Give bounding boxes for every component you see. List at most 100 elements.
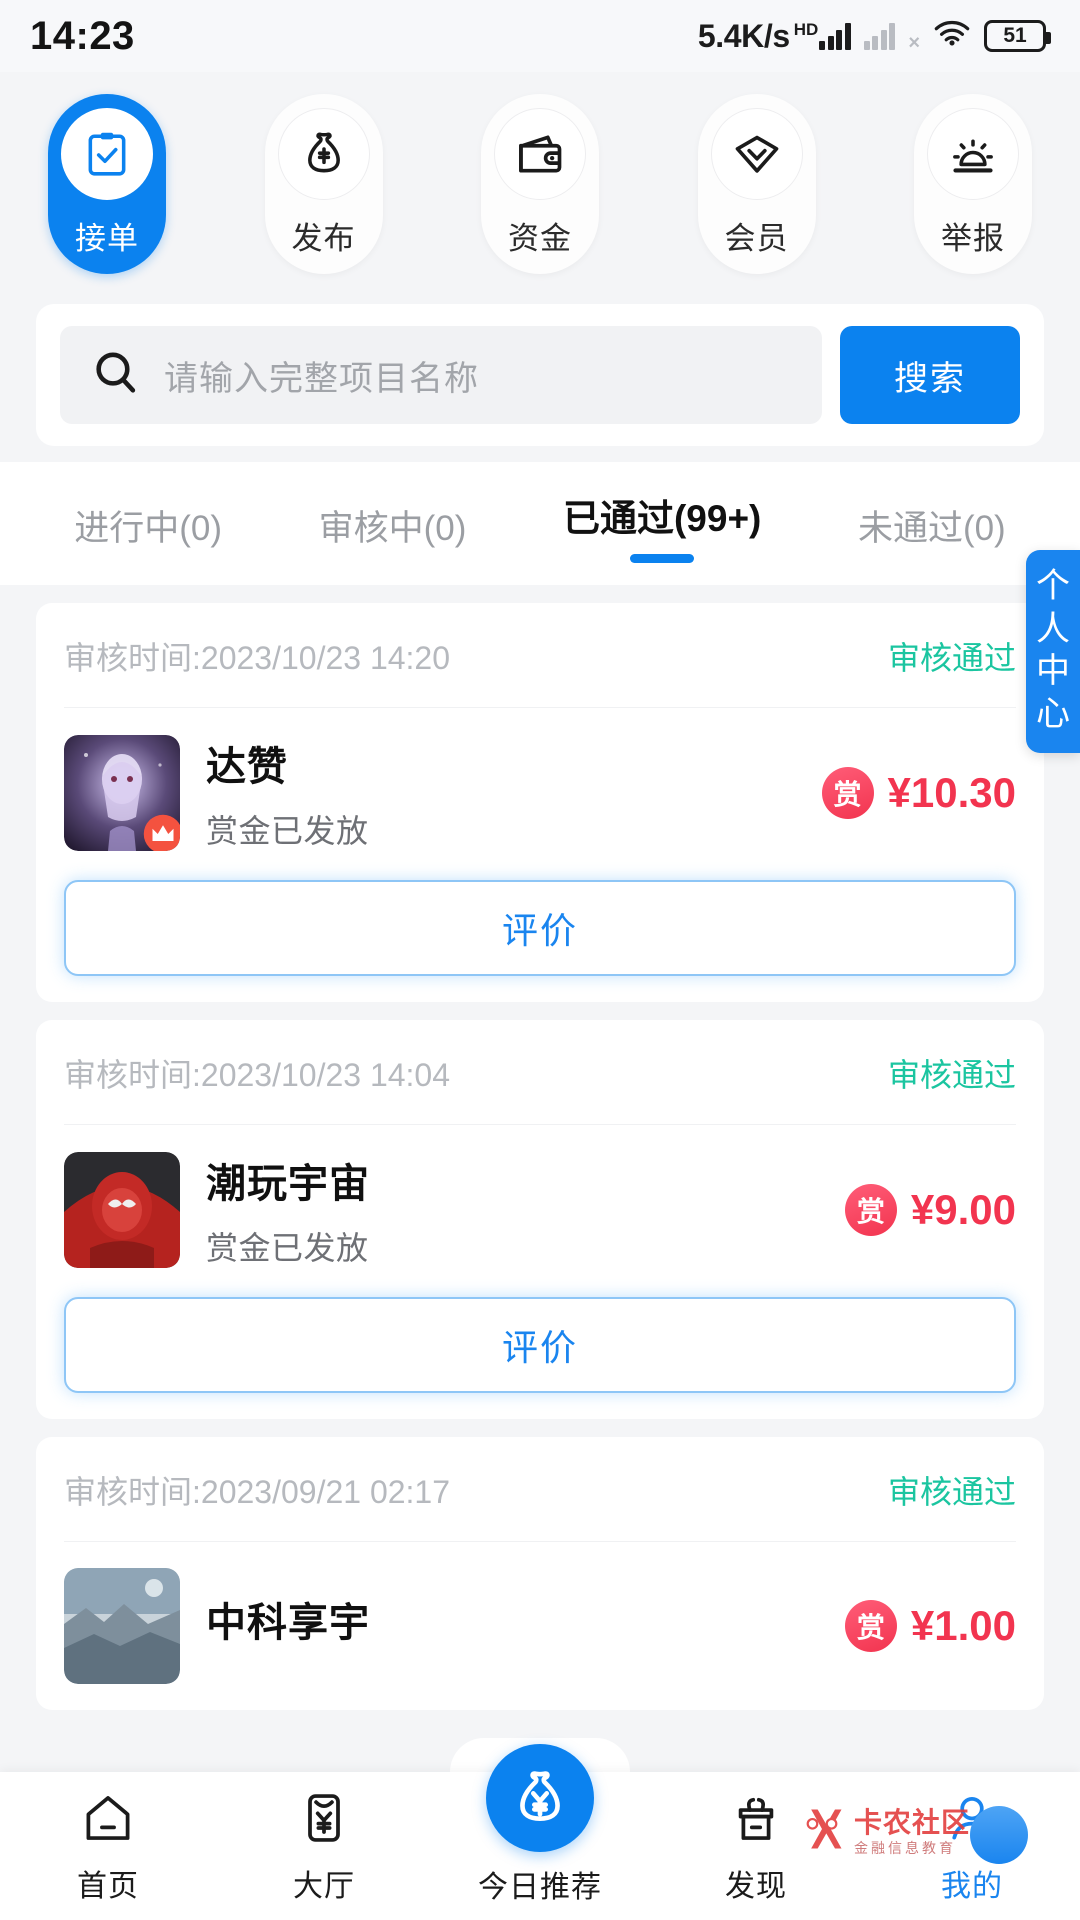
order-info: 达赞 赏金已发放 bbox=[206, 734, 822, 852]
category-nav-label: 举报 bbox=[941, 221, 1005, 256]
status-bar-time: 14:23 bbox=[30, 13, 135, 58]
order-thumbnail bbox=[64, 1152, 180, 1268]
order-card-body: 达赞 赏金已发放 赏 ¥10.30 bbox=[64, 708, 1016, 852]
watermark-text: 卡农社区 金融信息教育 bbox=[853, 1806, 970, 1856]
signal-bars-icon bbox=[819, 22, 851, 50]
evaluate-button[interactable]: 评价 bbox=[64, 880, 1016, 976]
order-info: 中科享宇 bbox=[206, 1590, 845, 1662]
tab-approved[interactable]: 已通过(99+) bbox=[563, 488, 761, 563]
order-price: ¥10.30 bbox=[887, 769, 1016, 816]
status-bar: 14:23 5.4K/s HD × 51 bbox=[0, 0, 1080, 72]
order-price: ¥9.00 bbox=[910, 1186, 1016, 1233]
side-tab-char: 中 bbox=[1036, 652, 1070, 691]
diamond-icon bbox=[710, 108, 803, 200]
tab-label: 进行中(0) bbox=[74, 509, 223, 548]
tab-reviewing[interactable]: 审核中(0) bbox=[319, 500, 467, 551]
basket-icon bbox=[728, 1790, 784, 1851]
tab-rejected[interactable]: 未通过(0) bbox=[858, 500, 1006, 551]
order-title: 中科享宇 bbox=[206, 1601, 370, 1645]
category-nav-label: 发布 bbox=[291, 221, 356, 256]
order-card-header: 审核时间:2023/09/21 02:17 审核通过 bbox=[64, 1437, 1016, 1542]
category-nav-label: 资金 bbox=[508, 221, 572, 256]
tab-in-progress[interactable]: 进行中(0) bbox=[74, 500, 222, 551]
search-input[interactable]: 请输入完整项目名称 bbox=[164, 351, 479, 400]
bottom-nav-item-home[interactable]: 首页 bbox=[8, 1790, 208, 1905]
order-thumbnail bbox=[64, 735, 180, 851]
order-thumbnail bbox=[64, 1568, 180, 1684]
order-status-badge: 审核通过 bbox=[887, 1474, 1016, 1510]
side-tab-char: 个 bbox=[1036, 567, 1070, 605]
category-nav-item-member[interactable]: 会员 bbox=[697, 94, 816, 274]
order-card-body: 中科享宇 赏 ¥1.00 bbox=[64, 1542, 1016, 1684]
signal-bars-secondary-icon bbox=[863, 22, 896, 50]
order-review-time: 审核时间:2023/10/23 14:20 bbox=[64, 640, 451, 676]
personal-center-side-tab[interactable]: 个 人 中 心 bbox=[1026, 550, 1080, 753]
order-price-group: 赏 ¥1.00 bbox=[844, 1600, 1016, 1652]
home-icon bbox=[80, 1790, 136, 1851]
wifi-icon bbox=[932, 18, 972, 55]
tab-label: 已通过(99+) bbox=[562, 498, 762, 539]
order-review-time: 审核时间:2023/09/21 02:17 bbox=[64, 1474, 451, 1510]
watermark-logo-icon bbox=[796, 1803, 848, 1860]
money-bag-fab-icon bbox=[486, 1744, 594, 1852]
order-price: ¥1.00 bbox=[910, 1602, 1016, 1649]
order-card[interactable]: 审核时间:2023/10/23 14:04 审核通过 潮玩宇宙 赏金已发放 赏 … bbox=[36, 1020, 1044, 1419]
hall-yen-icon bbox=[296, 1790, 352, 1851]
avatar bbox=[970, 1806, 1028, 1864]
order-subtitle: 赏金已发放 bbox=[206, 1230, 369, 1266]
order-list: 审核时间:2023/10/23 14:20 审核通过 达赞 赏金已发放 赏 ¥1… bbox=[0, 603, 1080, 1710]
wallet-icon bbox=[494, 108, 586, 200]
category-nav-item-accept[interactable]: 接单 bbox=[48, 94, 166, 274]
network-speed-label: 5.4K/s bbox=[697, 17, 790, 54]
category-nav-label: 接单 bbox=[75, 221, 139, 256]
bottom-nav-label: 发现 bbox=[725, 1870, 787, 1903]
hd-label: HD bbox=[793, 20, 819, 39]
bottom-nav-label: 我的 bbox=[941, 1870, 1003, 1903]
side-tab-char: 心 bbox=[1036, 695, 1070, 734]
category-nav-item-publish[interactable]: 发布 bbox=[264, 94, 383, 274]
reward-badge-icon: 赏 bbox=[844, 1600, 897, 1652]
tab-label: 审核中(0) bbox=[318, 509, 467, 548]
clipboard-check-icon bbox=[61, 108, 153, 200]
battery-icon: 51 bbox=[984, 20, 1051, 52]
bottom-nav-item-hall[interactable]: 大厅 bbox=[224, 1790, 424, 1905]
order-info: 潮玩宇宙 赏金已发放 bbox=[206, 1151, 845, 1269]
category-nav: 接单 发布 资金 会员 举报 bbox=[0, 72, 1080, 282]
watermark-main-label: 卡农社区 bbox=[853, 1806, 970, 1838]
order-review-time: 审核时间:2023/10/23 14:04 bbox=[64, 1057, 451, 1093]
order-card[interactable]: 审核时间:2023/09/21 02:17 审核通过 中科享宇 赏 ¥1.00 bbox=[36, 1437, 1044, 1710]
order-title: 潮玩宇宙 bbox=[206, 1162, 370, 1206]
search-card: 请输入完整项目名称 搜索 bbox=[36, 304, 1044, 446]
reward-badge-icon: 赏 bbox=[821, 767, 874, 819]
category-nav-item-report[interactable]: 举报 bbox=[914, 94, 1032, 274]
side-tab-char: 人 bbox=[1036, 609, 1070, 648]
watermark-sub-label: 金融信息教育 bbox=[853, 1839, 956, 1856]
hd-signal-group: HD bbox=[793, 20, 851, 50]
bottom-nav-label: 今日推荐 bbox=[478, 1871, 602, 1904]
order-card-header: 审核时间:2023/10/23 14:20 审核通过 bbox=[64, 603, 1016, 708]
money-bag-icon bbox=[277, 108, 370, 200]
order-status-badge: 审核通过 bbox=[887, 1057, 1016, 1093]
tab-label: 未通过(0) bbox=[857, 509, 1006, 548]
evaluate-button[interactable]: 评价 bbox=[64, 1297, 1016, 1393]
filter-tabs: 进行中(0) 审核中(0) 已通过(99+) 未通过(0) bbox=[0, 462, 1080, 585]
bottom-nav-label: 大厅 bbox=[293, 1870, 355, 1903]
alarm-siren-icon bbox=[927, 108, 1019, 200]
order-card[interactable]: 审核时间:2023/10/23 14:20 审核通过 达赞 赏金已发放 赏 ¥1… bbox=[36, 603, 1044, 1002]
category-nav-item-funds[interactable]: 资金 bbox=[481, 94, 599, 274]
order-price-group: 赏 ¥9.00 bbox=[844, 1184, 1016, 1236]
category-nav-label: 会员 bbox=[724, 221, 789, 256]
status-bar-indicators: 5.4K/s HD × 51 bbox=[697, 17, 1051, 55]
order-price-group: 赏 ¥10.30 bbox=[821, 767, 1016, 819]
bottom-nav-item-today-recommend[interactable]: 今日推荐 bbox=[440, 1744, 640, 1906]
sim-x-icon: × bbox=[908, 31, 920, 54]
tab-underline bbox=[630, 554, 695, 563]
vip-crown-icon bbox=[143, 814, 180, 851]
watermark: 卡农社区 金融信息教育 bbox=[796, 1803, 970, 1860]
search-button[interactable]: 搜索 bbox=[840, 326, 1020, 424]
order-status-badge: 审核通过 bbox=[887, 640, 1016, 676]
reward-badge-icon: 赏 bbox=[844, 1184, 897, 1236]
order-card-body: 潮玩宇宙 赏金已发放 赏 ¥9.00 bbox=[64, 1125, 1016, 1269]
order-title: 达赞 bbox=[206, 745, 288, 789]
search-field-wrapper[interactable]: 请输入完整项目名称 bbox=[60, 326, 822, 424]
